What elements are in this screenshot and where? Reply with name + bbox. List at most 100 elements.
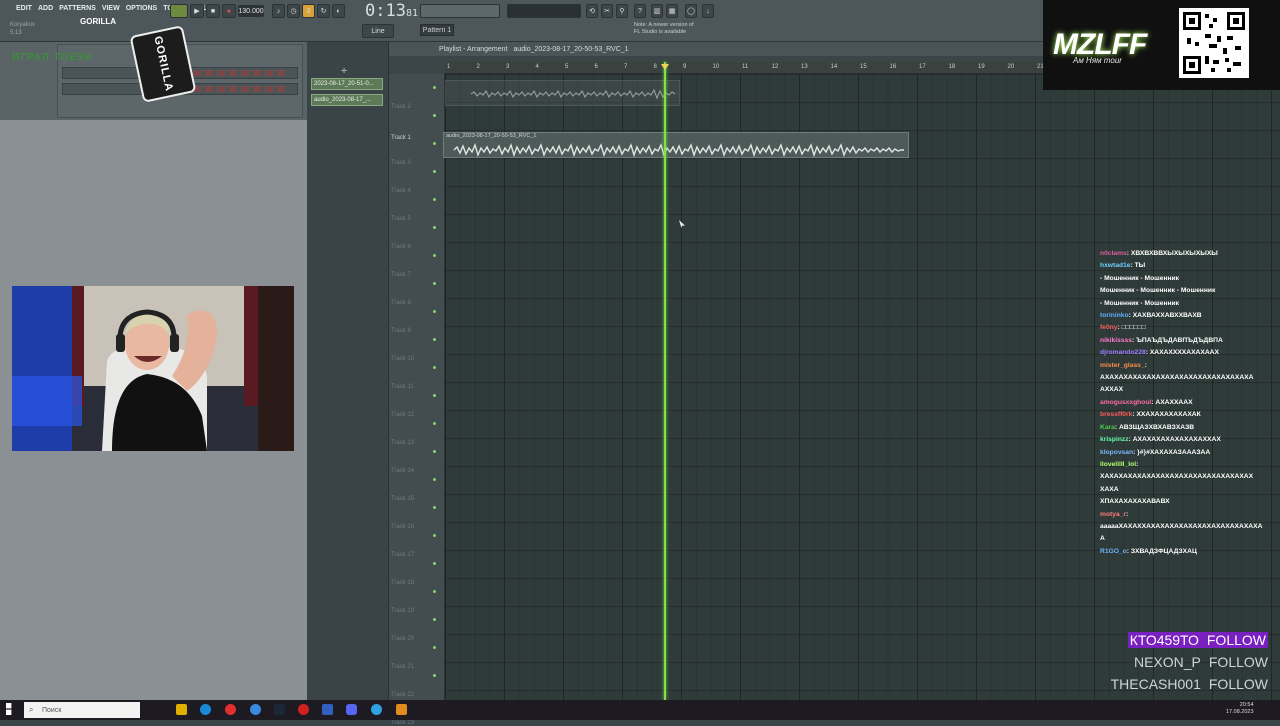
step-pad[interactable] <box>229 86 237 92</box>
track-label[interactable]: Track 20 <box>391 636 414 642</box>
yandex-icon[interactable] <box>225 704 236 715</box>
menu-edit[interactable]: EDIT <box>16 5 32 12</box>
chat-username[interactable]: motya_r <box>1100 511 1126 518</box>
step-pad[interactable] <box>265 86 273 92</box>
track-mute-dot[interactable] <box>433 506 436 509</box>
countdown-icon[interactable]: 3 <box>302 4 315 18</box>
track-label[interactable]: Track 3 <box>391 160 411 166</box>
track-label[interactable]: Track 6 <box>391 244 411 250</box>
wait-icon[interactable]: ◷ <box>287 4 300 18</box>
add-icon[interactable]: ✛ <box>331 64 357 78</box>
browser-clip[interactable]: audio_2023-08-17_... <box>311 94 383 106</box>
chat-username[interactable]: nikikissss <box>1100 337 1132 344</box>
audio-clip[interactable]: audio_2023-08-17_20-50-53_RVC_1 <box>443 132 909 158</box>
record-button[interactable]: ● <box>222 4 236 18</box>
step-pad[interactable] <box>217 70 225 76</box>
step-pad[interactable] <box>229 70 237 76</box>
playhead-line[interactable] <box>664 62 666 700</box>
track-mute-dot[interactable] <box>433 86 436 89</box>
step-pad[interactable] <box>241 86 249 92</box>
pattern-select[interactable]: Pattern 1 <box>420 24 454 36</box>
fl-studio-icon[interactable] <box>396 704 407 715</box>
track-mute-dot[interactable] <box>433 170 436 173</box>
cut-icon[interactable]: ✂ <box>601 4 613 18</box>
edge-icon[interactable] <box>200 704 211 715</box>
chat-username[interactable]: llovelilll_lol <box>1100 461 1136 468</box>
track-label[interactable]: Track 15 <box>391 496 414 502</box>
step-pad[interactable] <box>217 86 225 92</box>
chat-username[interactable]: klopovsan <box>1100 449 1133 456</box>
track-mute-dot[interactable] <box>433 646 436 649</box>
track-label[interactable]: Track 13 <box>391 440 414 446</box>
step-pad[interactable] <box>253 70 261 76</box>
playhead-marker-icon[interactable] <box>661 64 669 70</box>
explorer-icon[interactable] <box>176 704 187 715</box>
blend-icon[interactable]: ◐ <box>332 4 345 18</box>
track-mute-dot[interactable] <box>433 142 436 145</box>
step-pad[interactable] <box>205 86 213 92</box>
track-label[interactable]: Track 5 <box>391 216 411 222</box>
track-mute-dot[interactable] <box>433 534 436 537</box>
track-label[interactable]: Track 19 <box>391 608 414 614</box>
metronome-icon[interactable]: ♪ <box>272 4 285 18</box>
track-mute-dot[interactable] <box>433 674 436 677</box>
discord-icon[interactable] <box>346 704 357 715</box>
menu-add[interactable]: ADD <box>38 5 53 12</box>
track-label[interactable]: Track 8 <box>391 300 411 306</box>
chat-username[interactable]: Kara <box>1100 424 1115 431</box>
track-label[interactable]: Track 7 <box>391 272 411 278</box>
track-label[interactable]: Track 14 <box>391 468 414 474</box>
chat-username[interactable]: n0clams <box>1100 250 1127 257</box>
track-label[interactable]: Track 2 <box>391 104 411 110</box>
track-mute-dot[interactable] <box>433 338 436 341</box>
steam-icon[interactable] <box>274 704 285 715</box>
master-volume-slider[interactable] <box>420 4 500 18</box>
track-mute-dot[interactable] <box>433 114 436 117</box>
play-button[interactable]: ▶ <box>190 4 204 18</box>
step-pad[interactable] <box>193 70 201 76</box>
obs-icon[interactable] <box>298 704 309 715</box>
chat-icon[interactable]: ◯ <box>685 4 697 18</box>
telegram-icon[interactable] <box>371 704 382 715</box>
chrome-icon[interactable] <box>250 704 261 715</box>
chat-username[interactable]: amogusxxghoul <box>1100 399 1151 406</box>
chat-username[interactable]: mister_glass_ <box>1100 362 1145 369</box>
audio-clip-ghost[interactable] <box>445 80 680 106</box>
menu-options[interactable]: OPTIONS <box>126 5 158 12</box>
stop-button[interactable]: ■ <box>206 4 220 18</box>
timeline-ruler[interactable]: 1 2 3 4 5 6 7 8 9 10 11 12 13 14 15 16 17 18 19 20 21 <box>445 62 1045 74</box>
track-mute-dot[interactable] <box>433 562 436 565</box>
track-label[interactable]: Track 10 <box>391 356 414 362</box>
track-mute-dot[interactable] <box>433 282 436 285</box>
track-label[interactable]: Track 21 <box>391 664 414 670</box>
step-pad[interactable] <box>277 70 285 76</box>
track-mute-dot[interactable] <box>433 618 436 621</box>
track-1-label[interactable]: Track 1 <box>391 135 411 141</box>
chat-username[interactable]: krispinzz <box>1100 436 1129 443</box>
step-pad[interactable] <box>241 70 249 76</box>
download-icon[interactable]: ↓ <box>702 4 714 18</box>
step-pad[interactable] <box>265 70 273 76</box>
step-pad[interactable] <box>205 70 213 76</box>
track-label[interactable]: Track 11 <box>391 384 414 390</box>
track-mute-dot[interactable] <box>433 310 436 313</box>
track-mute-dot[interactable] <box>433 590 436 593</box>
track-mute-dot[interactable] <box>433 366 436 369</box>
track-mute-dot[interactable] <box>433 422 436 425</box>
chat-username[interactable]: hxwtad1e <box>1100 262 1130 269</box>
step-pad[interactable] <box>277 86 285 92</box>
chat-username[interactable]: bressff0rk <box>1100 411 1132 418</box>
track-label[interactable]: Track 12 <box>391 412 414 418</box>
track-label[interactable]: Track 16 <box>391 524 414 530</box>
track-mute-dot[interactable] <box>433 478 436 481</box>
track-label[interactable]: Track 18 <box>391 580 414 586</box>
track-mute-dot[interactable] <box>433 198 436 201</box>
snap-icon[interactable]: ⟲ <box>586 4 598 18</box>
pat-song-toggle[interactable] <box>170 4 188 18</box>
browser-clip[interactable]: 2023-08-17_20-51-0... <box>311 78 383 90</box>
mixer-icon[interactable]: ▥ <box>651 4 663 18</box>
tempo-display[interactable]: 130.000 <box>238 5 264 17</box>
track-label[interactable]: Track 17 <box>391 552 414 558</box>
track-mute-dot[interactable] <box>433 450 436 453</box>
chat-username[interactable]: djromando228 <box>1100 349 1146 356</box>
